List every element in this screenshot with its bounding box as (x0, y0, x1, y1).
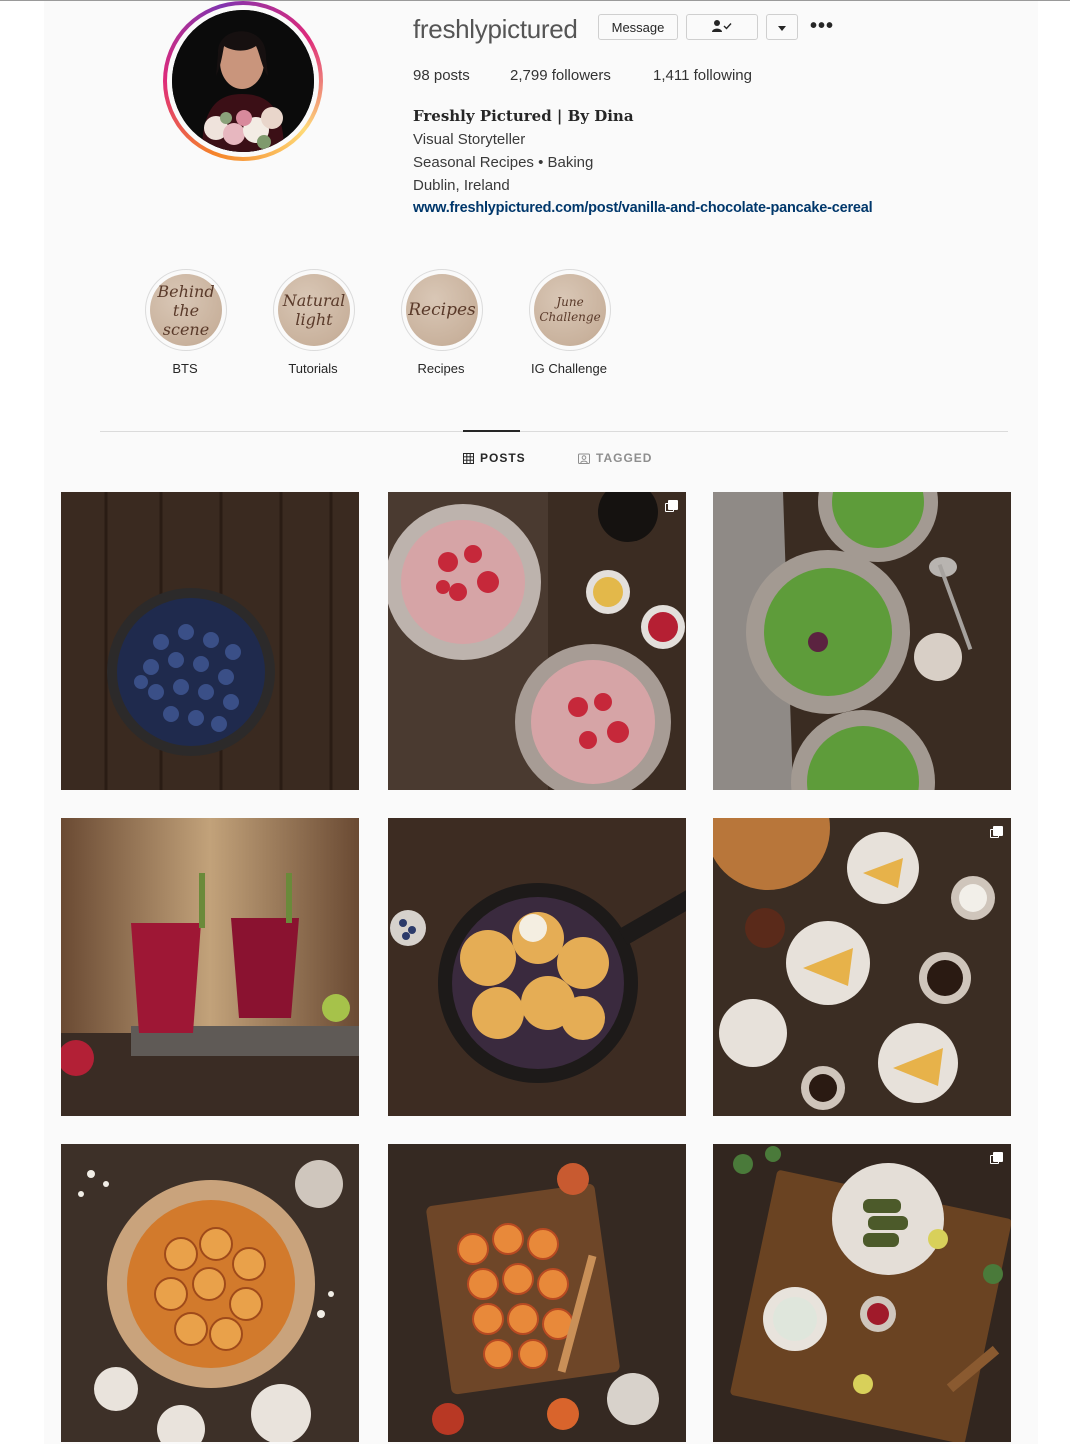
green-soup-image (713, 492, 1011, 790)
tab-posts[interactable]: POSTS (463, 451, 526, 465)
highlight-label: Tutorials (288, 361, 338, 376)
post-thumbnail[interactable] (388, 1144, 686, 1442)
tag-user-icon (578, 453, 590, 464)
post-thumbnail[interactable] (61, 492, 359, 790)
blueberry-cobbler-image (388, 818, 686, 1116)
active-tab-indicator (463, 430, 520, 432)
multiple-photos-icon (990, 826, 1003, 839)
story-ring[interactable] (163, 1, 323, 161)
posts-count: 98 posts (413, 67, 470, 84)
highlight-cover: June Challenge (534, 274, 606, 346)
post-thumbnail[interactable] (713, 1144, 1011, 1442)
post-thumbnail[interactable] (61, 1144, 359, 1442)
profile-page: freshlypictured Message ••• 98 posts 2,7… (44, 1, 1038, 1444)
stuffed-vine-leaves-tray-image (713, 1144, 1011, 1442)
following-count[interactable]: 1,411 following (653, 67, 752, 84)
tab-tagged[interactable]: TAGGED (578, 451, 652, 465)
highlight-cover: Natural light (278, 274, 350, 346)
followers-count[interactable]: 2,799 followers (510, 67, 611, 84)
multiple-photos-icon (990, 1152, 1003, 1165)
avatar[interactable] (172, 10, 314, 152)
bio-line: Seasonal Recipes • Baking (413, 154, 594, 171)
highlight-label: Recipes (417, 361, 465, 376)
suggestions-dropdown-button[interactable] (766, 14, 798, 40)
blueberries-bowl-image (61, 492, 359, 790)
post-thumbnail[interactable] (61, 818, 359, 1116)
post-thumbnail[interactable] (713, 818, 1011, 1116)
highlight-recipes[interactable]: Recipes (401, 269, 483, 351)
berry-drinks-image (61, 818, 359, 1116)
highlight-cover: Behind the scene (150, 274, 222, 346)
full-name: Freshly Pictured | By Dina (413, 107, 634, 125)
following-button[interactable] (686, 14, 758, 40)
orange-upside-down-cake-image (61, 1144, 359, 1442)
person-check-icon (711, 19, 733, 36)
multiple-photos-icon (665, 500, 678, 513)
highlight-tutorials[interactable]: Natural light (273, 269, 355, 351)
bio-link[interactable]: www.freshlypictured.com/post/vanilla-and… (413, 200, 873, 216)
highlight-bts[interactable]: Behind the scene (145, 269, 227, 351)
grid-icon (463, 452, 474, 464)
post-thumbnail[interactable] (388, 818, 686, 1116)
message-button[interactable]: Message (598, 14, 678, 40)
highlight-ig-challenge[interactable]: June Challenge (529, 269, 611, 351)
tab-label: TAGGED (596, 451, 653, 465)
bio-line: Visual Storyteller (413, 131, 526, 148)
tabs-divider (100, 431, 1008, 432)
strawberry-porridge-image (388, 492, 686, 790)
post-thumbnail[interactable] (713, 492, 1011, 790)
orange-cake-slices-image (713, 818, 1011, 1116)
highlight-label: BTS (172, 361, 198, 376)
more-options-button[interactable]: ••• (810, 15, 834, 38)
tab-label: POSTS (480, 451, 526, 465)
blood-orange-slices-image (388, 1144, 686, 1442)
highlight-cover: Recipes (406, 274, 478, 346)
highlight-label: IG Challenge (531, 361, 607, 376)
post-thumbnail[interactable] (388, 492, 686, 790)
bio-line: Dublin, Ireland (413, 177, 510, 194)
chevron-down-icon (778, 20, 786, 35)
username: freshlypictured (413, 14, 578, 44)
